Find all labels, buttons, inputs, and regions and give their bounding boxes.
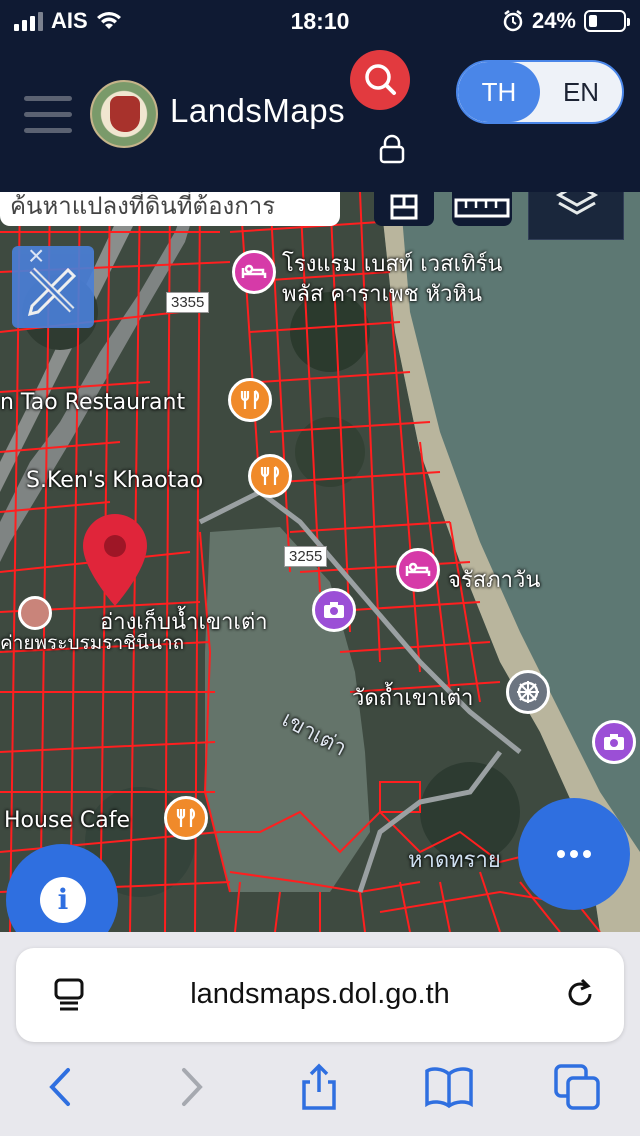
attraction-pin-2[interactable]	[592, 720, 636, 764]
camera-icon	[324, 602, 344, 618]
address-bar[interactable]: landsmaps.dol.go.th	[16, 948, 624, 1042]
project-label: ค่ายพระบรมราชินีนาถ	[0, 632, 185, 654]
browser-toolbar	[0, 1062, 640, 1122]
hotel-pin[interactable]	[232, 250, 276, 294]
search-button[interactable]	[350, 50, 410, 110]
fork-knife-icon	[240, 390, 260, 409]
status-right: 24%	[502, 8, 630, 34]
attraction-pin[interactable]	[312, 588, 356, 632]
grid-icon	[390, 194, 418, 220]
ruler-tool[interactable]	[452, 192, 512, 226]
battery-icon	[584, 10, 630, 32]
forward-icon[interactable]	[166, 1062, 216, 1112]
lock-icon[interactable]	[377, 134, 407, 164]
hotel-pin-2[interactable]	[396, 548, 440, 592]
close-icon[interactable]: ×	[28, 240, 44, 272]
bed-icon	[405, 562, 431, 576]
battery-percent: 24%	[531, 8, 576, 33]
camera-icon	[604, 734, 624, 750]
lang-th-option[interactable]: TH	[458, 62, 540, 122]
fork-knife-icon	[260, 466, 280, 485]
browser-chrome: landsmaps.dol.go.th	[0, 932, 640, 1136]
status-bar: AIS 18:10 24%	[0, 0, 640, 42]
alarm-icon	[503, 10, 523, 32]
jarasphawan-label: จรัสภาวัน	[448, 568, 541, 593]
layers-button[interactable]	[528, 192, 624, 240]
restaurant-label: n Tao Restaurant	[0, 390, 186, 415]
khaotao-label: S.Ken's Khaotao	[26, 468, 204, 493]
battery-level	[589, 15, 597, 27]
more-button[interactable]	[518, 798, 630, 910]
temple-pin[interactable]	[506, 670, 550, 714]
route-shield-2: 3255	[284, 546, 328, 567]
parcel-number-tool[interactable]	[374, 192, 434, 226]
cafe-pin[interactable]	[164, 796, 208, 840]
draw-tools-panel[interactable]	[12, 246, 94, 328]
pencil-ruler-icon	[27, 267, 77, 317]
hamburger-icon	[24, 96, 72, 101]
map-view[interactable]: ค้นหาแปลงที่ดินที่ต้องการ × 3355 3255 โร…	[0, 192, 640, 932]
dharma-wheel-icon	[517, 681, 539, 703]
school-pin[interactable]	[18, 596, 52, 630]
url-text: landsmaps.dol.go.th	[190, 978, 450, 1010]
share-icon[interactable]	[294, 1062, 344, 1112]
restaurant-pin[interactable]	[228, 378, 272, 422]
language-toggle[interactable]: TH EN	[456, 60, 624, 124]
ruler-icon	[454, 198, 510, 218]
beach-label: หาดทราย	[408, 848, 501, 873]
fork-knife-icon	[176, 808, 196, 827]
brand-title: LandsMaps	[170, 92, 346, 129]
lang-en-option[interactable]: EN	[540, 62, 622, 122]
reload-icon[interactable]	[562, 976, 598, 1012]
more-dots-icon	[557, 850, 565, 858]
tabs-icon[interactable]	[552, 1062, 602, 1112]
location-pin-icon[interactable]	[80, 512, 150, 608]
back-icon[interactable]	[36, 1062, 86, 1112]
hotel-label-line2: พลัส คาราเพช หัวหิน	[282, 282, 482, 307]
search-icon	[365, 64, 396, 95]
layers-icon	[555, 192, 599, 215]
temple-label: วัดถ้ำเขาเต่า	[352, 686, 474, 711]
route-shield: 3355	[166, 292, 210, 313]
menu-button[interactable]	[24, 96, 72, 134]
restaurant-pin-2[interactable]	[248, 454, 292, 498]
bed-icon	[241, 264, 267, 278]
bookmarks-icon[interactable]	[424, 1062, 474, 1112]
dol-logo	[90, 80, 158, 148]
info-icon: i	[40, 877, 86, 923]
parcel-search-input[interactable]: ค้นหาแปลงที่ดินที่ต้องการ	[0, 192, 340, 226]
app-header: LandsMaps TH EN	[0, 42, 640, 192]
house-cafe-label: House Cafe	[4, 808, 131, 833]
